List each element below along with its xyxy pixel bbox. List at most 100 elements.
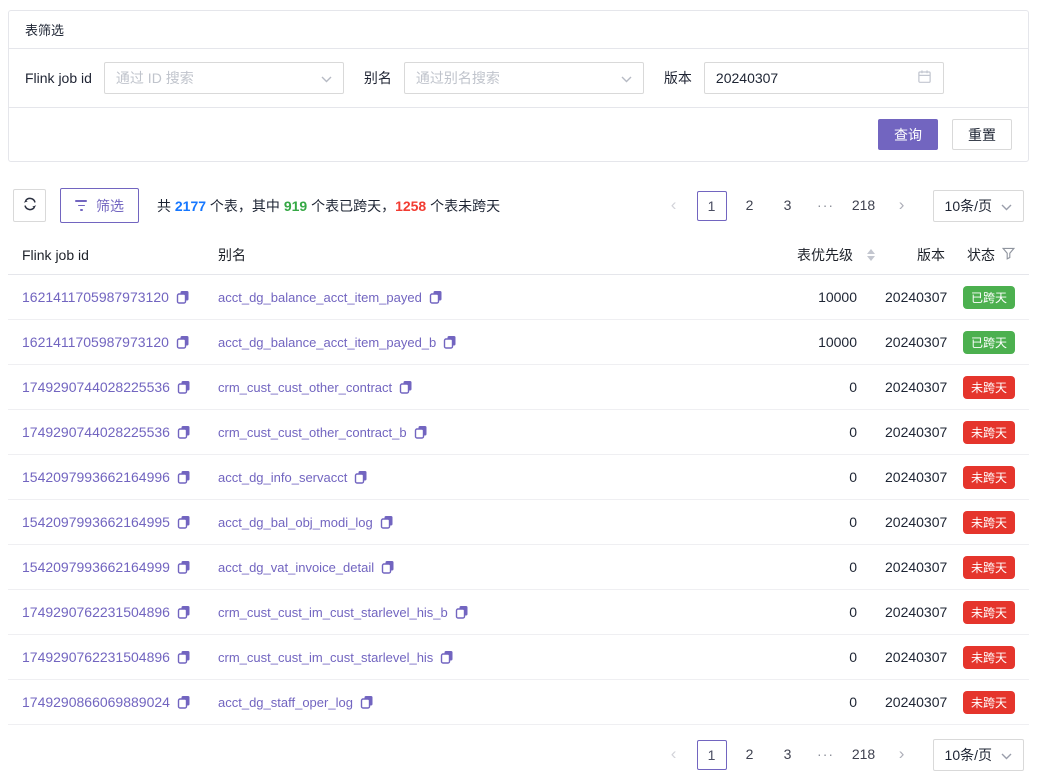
- flink-job-id-link[interactable]: 1749290744028225536: [22, 424, 170, 440]
- table-row: 1749290744028225536 crm_cust_cust_other_…: [8, 365, 1029, 410]
- flink-job-id-link[interactable]: 1542097993662164996: [22, 469, 170, 485]
- calendar-icon: [917, 69, 932, 87]
- copy-icon[interactable]: [381, 560, 395, 574]
- flink-job-id-placeholder: 通过 ID 搜索: [116, 68, 194, 88]
- priority-value: 0: [849, 514, 857, 530]
- page-size-select[interactable]: 10条/页: [933, 739, 1024, 771]
- header-priority-label: 表优先级: [797, 245, 853, 265]
- priority-value: 10000: [818, 289, 857, 305]
- alias-link[interactable]: acct_dg_staff_oper_log: [218, 695, 353, 710]
- page-button-3[interactable]: 3: [773, 740, 803, 770]
- alias-link[interactable]: acct_dg_bal_obj_modi_log: [218, 515, 373, 530]
- chevron-down-icon: [1001, 747, 1012, 763]
- copy-icon[interactable]: [455, 605, 469, 619]
- copy-icon[interactable]: [440, 650, 454, 664]
- priority-value: 0: [849, 379, 857, 395]
- page-ellipsis[interactable]: ···: [811, 191, 841, 221]
- copy-icon[interactable]: [177, 380, 191, 394]
- flink-job-id-link[interactable]: 1542097993662164999: [22, 559, 170, 575]
- page-button-3[interactable]: 3: [773, 191, 803, 221]
- page-button-2[interactable]: 2: [735, 191, 765, 221]
- page-size-select[interactable]: 10条/页: [933, 190, 1024, 222]
- table-row: 1542097993662164995 acct_dg_bal_obj_modi…: [8, 500, 1029, 545]
- copy-icon[interactable]: [399, 380, 413, 394]
- flink-job-id-link[interactable]: 1542097993662164995: [22, 514, 170, 530]
- filter-actions-row: 查询 重置: [9, 108, 1028, 161]
- total-count: 2177: [175, 198, 206, 214]
- flink-job-id-link[interactable]: 1749290762231504896: [22, 649, 170, 665]
- copy-icon[interactable]: [177, 605, 191, 619]
- filter-lines-icon: [75, 200, 87, 211]
- version-date-input[interactable]: 20240307: [704, 62, 944, 94]
- copy-icon[interactable]: [414, 425, 428, 439]
- copy-icon[interactable]: [176, 335, 190, 349]
- copy-icon[interactable]: [177, 515, 191, 529]
- status-badge: 未跨天: [963, 691, 1015, 714]
- priority-value: 10000: [818, 334, 857, 350]
- page-size-value: 10条/页: [945, 196, 992, 216]
- top-pagination: ‹ 1 2 3 ··· 218 › 10条/页: [659, 190, 1024, 222]
- table-filter-panel: 表筛选 Flink job id 通过 ID 搜索 别名 通过别名搜索 版本: [8, 10, 1029, 162]
- copy-icon[interactable]: [429, 290, 443, 304]
- page-button-1[interactable]: 1: [697, 191, 727, 221]
- prev-page-button[interactable]: ‹: [659, 740, 689, 770]
- alias-link[interactable]: acct_dg_vat_invoice_detail: [218, 560, 374, 575]
- summary-text: 共: [157, 198, 175, 214]
- priority-value: 0: [849, 559, 857, 575]
- flink-job-id-link[interactable]: 1749290762231504896: [22, 604, 170, 620]
- status-badge: 未跨天: [963, 601, 1015, 624]
- flink-job-id-link[interactable]: 1749290866069889024: [22, 694, 170, 710]
- page-button-1[interactable]: 1: [697, 740, 727, 770]
- filter-button-label: 筛选: [96, 196, 124, 216]
- table-row: 1749290744028225536 crm_cust_cust_other_…: [8, 410, 1029, 455]
- refresh-button[interactable]: [13, 189, 46, 222]
- page-button-218[interactable]: 218: [849, 191, 879, 221]
- alias-link[interactable]: acct_dg_balance_acct_item_payed_b: [218, 335, 436, 350]
- copy-icon[interactable]: [177, 425, 191, 439]
- filter-button[interactable]: 筛选: [60, 188, 139, 223]
- alias-link[interactable]: acct_dg_info_servacct: [218, 470, 347, 485]
- table-summary: 共 2177 个表，其中 919 个表已跨天，1258 个表未跨天: [157, 196, 500, 216]
- next-page-button[interactable]: ›: [887, 191, 917, 221]
- priority-value: 0: [849, 424, 857, 440]
- alias-link[interactable]: acct_dg_balance_acct_item_payed: [218, 290, 422, 305]
- column-filter-funnel-icon[interactable]: [1002, 247, 1015, 263]
- alias-link[interactable]: crm_cust_cust_other_contract: [218, 380, 392, 395]
- sort-toggle-icon[interactable]: [857, 249, 885, 261]
- prev-page-button[interactable]: ‹: [659, 191, 689, 221]
- alias-label: 别名: [364, 68, 392, 88]
- version-label: 版本: [664, 68, 692, 88]
- page-button-2[interactable]: 2: [735, 740, 765, 770]
- copy-icon[interactable]: [177, 470, 191, 484]
- status-badge: 已跨天: [963, 331, 1015, 354]
- page-button-218[interactable]: 218: [849, 740, 879, 770]
- flink-job-id-field: Flink job id 通过 ID 搜索: [25, 62, 344, 94]
- flink-job-id-link[interactable]: 1621411705987973120: [22, 289, 169, 305]
- copy-icon[interactable]: [380, 515, 394, 529]
- copy-icon[interactable]: [360, 695, 374, 709]
- alias-link[interactable]: crm_cust_cust_im_cust_starlevel_his: [218, 650, 433, 665]
- header-priority: 表优先级: [735, 245, 885, 265]
- alias-link[interactable]: crm_cust_cust_other_contract_b: [218, 425, 407, 440]
- flink-job-id-link[interactable]: 1621411705987973120: [22, 334, 169, 350]
- page-ellipsis[interactable]: ···: [811, 740, 841, 770]
- version-date-value: 20240307: [716, 70, 778, 86]
- chevron-down-icon: [1001, 198, 1012, 214]
- flink-job-id-link[interactable]: 1749290744028225536: [22, 379, 170, 395]
- copy-icon[interactable]: [443, 335, 457, 349]
- table-row: 1542097993662164999 acct_dg_vat_invoice_…: [8, 545, 1029, 590]
- priority-value: 0: [849, 649, 857, 665]
- alias-select[interactable]: 通过别名搜索: [404, 62, 644, 94]
- flink-job-id-select[interactable]: 通过 ID 搜索: [104, 62, 344, 94]
- copy-icon[interactable]: [176, 290, 190, 304]
- copy-icon[interactable]: [177, 650, 191, 664]
- copy-icon[interactable]: [177, 560, 191, 574]
- next-page-button[interactable]: ›: [887, 740, 917, 770]
- reset-button[interactable]: 重置: [952, 119, 1012, 150]
- copy-icon[interactable]: [354, 470, 368, 484]
- version-value: 20240307: [885, 559, 945, 575]
- query-button[interactable]: 查询: [878, 119, 938, 150]
- alias-link[interactable]: crm_cust_cust_im_cust_starlevel_his_b: [218, 605, 448, 620]
- header-status-label: 状态: [967, 245, 995, 265]
- copy-icon[interactable]: [177, 695, 191, 709]
